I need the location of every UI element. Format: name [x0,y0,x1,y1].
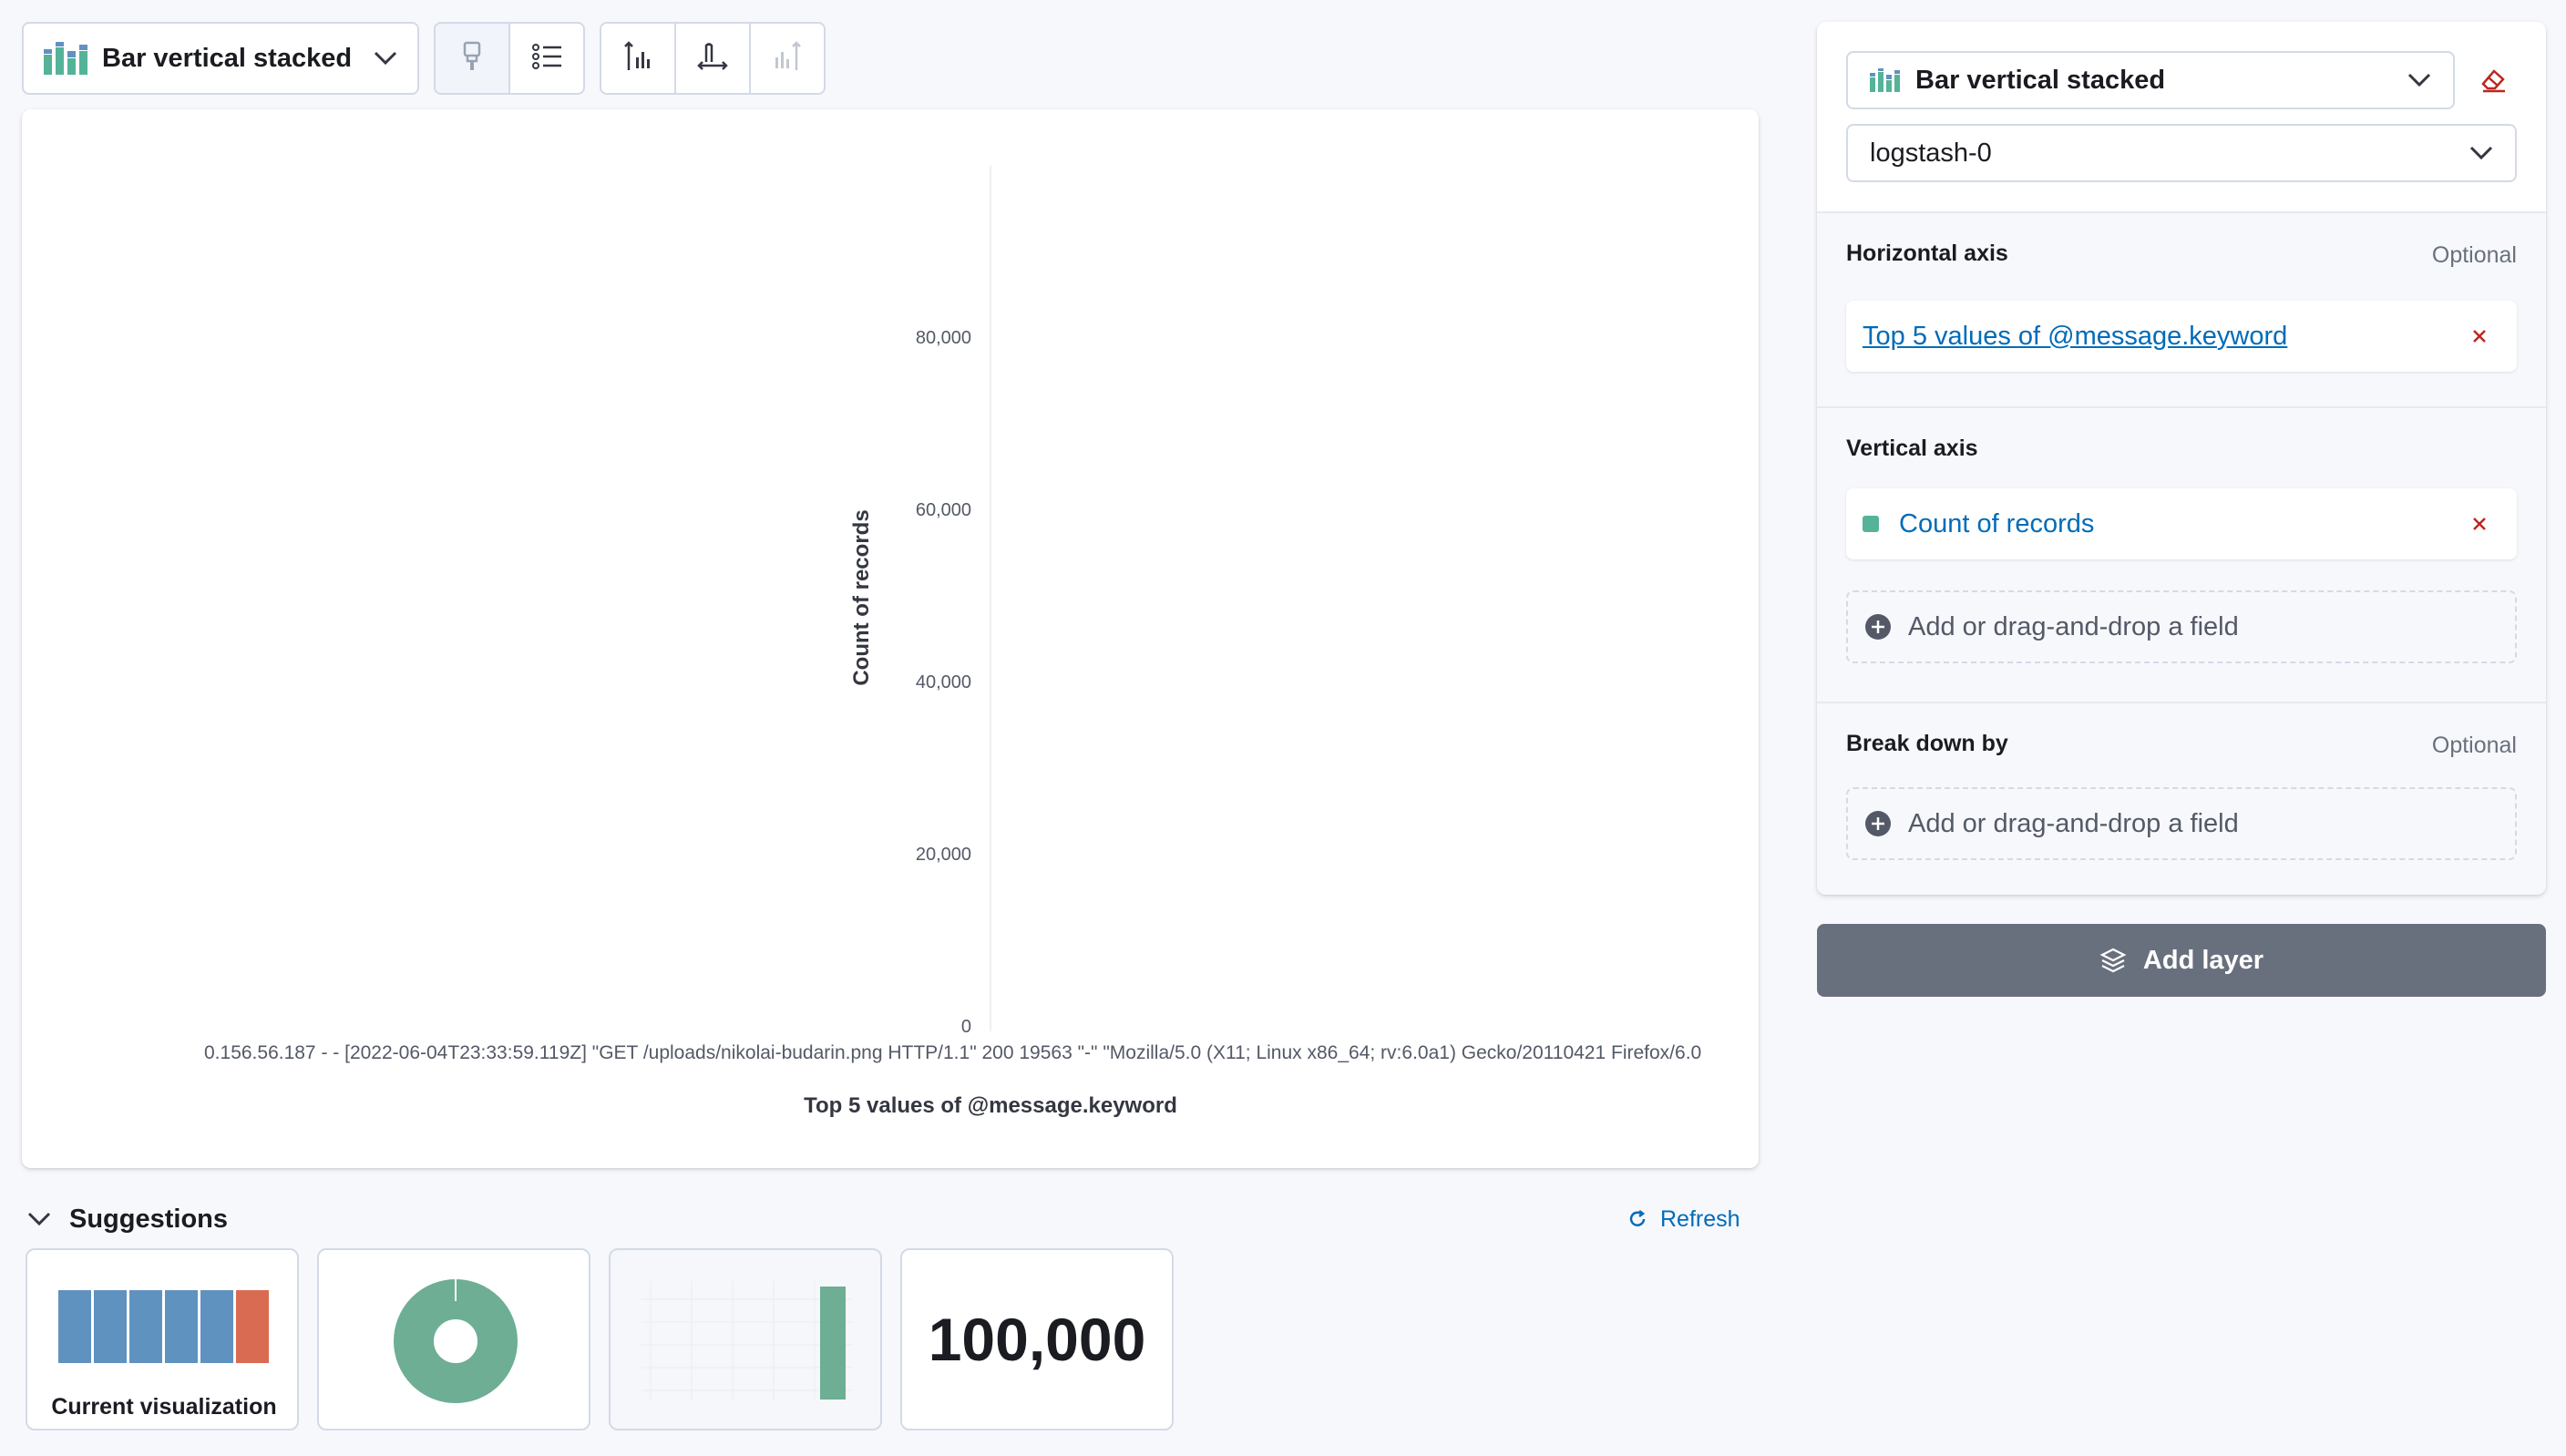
layer-chart-type-select[interactable]: Bar vertical stacked [1846,51,2455,109]
index-pattern-select[interactable]: logstash-0 [1846,124,2517,182]
chevron-down-icon [27,1212,51,1226]
chevron-down-icon [374,51,397,66]
suggestion-label: Current visualization [51,1394,277,1420]
remove-dimension-icon[interactable] [2471,328,2500,344]
clear-layer-button[interactable] [2475,62,2511,98]
y-tick-label: 60,000 [915,500,971,520]
chart-type-switcher[interactable]: Bar vertical stacked [22,22,419,95]
add-layer-button[interactable]: Add layer [1817,924,2546,997]
chart-type-label: Bar vertical stacked [102,43,353,73]
bar-stacked-icon [1870,68,1901,92]
horizontal-axis-title: Horizontal axis [1846,241,2008,266]
suggestion-metric[interactable]: 100,000 [900,1248,1174,1430]
suggestions-toggle[interactable]: Suggestions [27,1203,228,1236]
add-field-label: Add or drag-and-drop a field [1908,808,2239,838]
metric-value: 100,000 [928,1306,1146,1373]
add-field-label: Add or drag-and-drop a field [1908,611,2239,641]
y-tick-label: 0 [960,1017,971,1037]
horizontal-axis-dimension[interactable]: Top 5 values of @message.keyword [1846,301,2517,372]
horizontal-axis-section: Horizontal axis Optional Top 5 values of… [1817,211,2546,406]
paintbrush-icon [459,41,485,77]
x-axis-title: Top 5 values of @message.keyword [804,1093,1177,1118]
bar-thumbnail [642,1281,853,1401]
refresh-button[interactable]: Refresh [1627,1203,1740,1236]
left-axis-icon [623,40,652,77]
left-axis-button[interactable] [601,24,676,93]
layer-chart-type-label: Bar vertical stacked [1915,65,2166,95]
appearance-button-group [434,22,585,95]
chart-panel: 80,000 60,000 40,000 20,000 0 Count of r… [22,109,1759,1168]
suggestion-current-visualization[interactable]: Current visualization [26,1248,299,1430]
break-down-section: Break down by Optional Add or drag-and-d… [1817,702,2546,895]
suggestion-donut[interactable] [317,1248,590,1430]
vertical-axis-field-link[interactable]: Count of records [1899,509,2094,539]
y-axis-line [990,166,991,1031]
eraser-icon [2479,67,2507,93]
horizontal-axis-field-link[interactable]: Top 5 values of @message.keyword [1863,322,2287,352]
right-axis-button[interactable] [751,24,824,93]
chevron-down-icon [2469,146,2493,160]
remove-dimension-icon[interactable] [2471,516,2500,532]
layer-panel: Bar vertical stacked logstash-0 Horizont… [1817,22,2546,895]
break-down-title: Break down by [1846,731,2008,756]
horizontal-axis-optional: Optional [2431,242,2517,268]
suggestions-title: Suggestions [69,1204,229,1234]
vertical-axis-section: Vertical axis Count of records Add or dr… [1817,406,2546,703]
vertical-axis-dimension[interactable]: Count of records [1846,488,2517,559]
refresh-label: Refresh [1660,1205,1740,1232]
y-tick-label: 20,000 [915,845,971,865]
refresh-icon [1627,1209,1647,1229]
plus-circle-icon [1864,810,1892,837]
break-down-optional: Optional [2431,733,2517,758]
index-pattern-label: logstash-0 [1870,138,1992,168]
vertical-axis-add-field[interactable]: Add or drag-and-drop a field [1846,590,2517,663]
suggestion-bars-thumbnail [58,1290,269,1363]
legend-button[interactable] [510,24,583,93]
bottom-axis-button[interactable] [676,24,751,93]
plus-circle-icon [1864,613,1892,641]
suggestion-bar[interactable] [609,1248,882,1430]
right-axis-icon [773,40,802,77]
y-tick-label: 80,000 [915,328,971,348]
chevron-down-icon [2407,73,2431,87]
visual-options-button[interactable] [436,24,510,93]
break-down-add-field[interactable]: Add or drag-and-drop a field [1846,787,2517,860]
add-layer-label: Add layer [2142,945,2264,975]
donut-thumbnail [394,1279,518,1403]
axis-button-group [600,22,826,95]
y-tick-label: 40,000 [915,672,971,692]
layers-icon [2099,947,2127,974]
vertical-axis-title: Vertical axis [1846,436,1978,461]
y-axis-title-text: Count of records [849,509,874,686]
series-color-swatch [1863,516,1879,532]
x-tick-label: 0.156.56.187 - - [2022-06-04T23:33:59.11… [204,1042,1702,1063]
legend-icon [531,43,562,75]
bar-stacked-icon [44,42,87,75]
bottom-axis-icon [697,42,728,76]
